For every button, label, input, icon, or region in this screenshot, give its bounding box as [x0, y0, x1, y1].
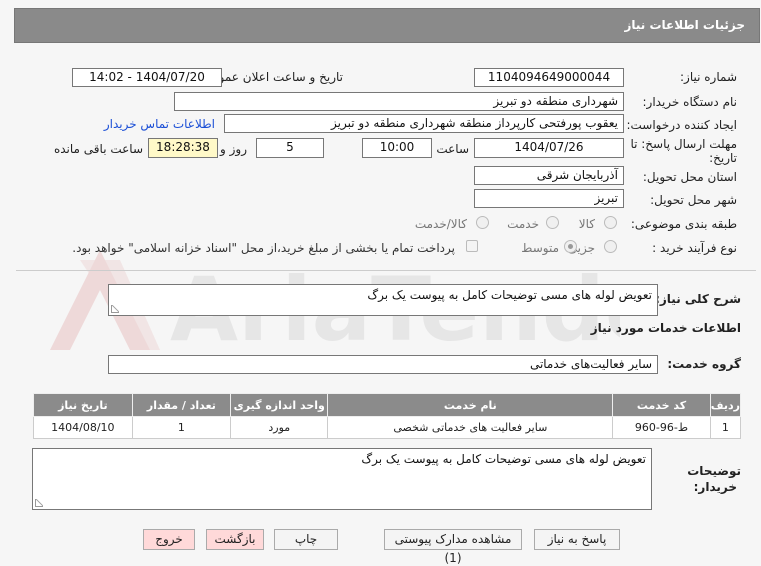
- view-attachments-button[interactable]: مشاهده مدارک پیوستی (1): [384, 529, 522, 565]
- cell-need-date: 1404/08/10: [33, 416, 133, 439]
- treasury-payment-checkbox[interactable]: [466, 240, 478, 252]
- resize-grip-icon[interactable]: [35, 499, 43, 507]
- table-header-row: ردیف کد خدمت نام خدمت واحد اندازه گیری ت…: [33, 393, 742, 417]
- category-goods-service-radio[interactable]: [476, 216, 489, 229]
- exit-button[interactable]: خروج: [143, 529, 195, 550]
- need-number-field: 1104094649000044: [474, 68, 624, 87]
- col-header-quantity: تعداد / مقدار: [131, 393, 232, 417]
- page-frame: AriaTender.net جزئیات اطلاعات نیاز شماره…: [0, 0, 761, 566]
- print-button[interactable]: چاپ: [274, 529, 338, 550]
- purchase-medium-label: متوسط: [521, 241, 559, 255]
- col-header-service-code: کد خدمت: [612, 393, 711, 417]
- city-label: شهر محل تحویل:: [650, 193, 737, 207]
- remaining-label: ساعت باقی مانده: [53, 142, 143, 156]
- summary-textarea: تعویض لوله های مسی توضیحات کامل به پیوست…: [108, 284, 658, 316]
- category-goods-radio[interactable]: [604, 216, 617, 229]
- buyer-contact-link[interactable]: اطلاعات تماس خریدار: [104, 117, 215, 131]
- days-field: 5: [256, 138, 324, 158]
- col-header-unit: واحد اندازه گیری: [230, 393, 329, 417]
- buyer-notes-label: توضیحات: [687, 464, 741, 478]
- buyer-org-field: شهرداری منطقه دو تبریز: [174, 92, 624, 111]
- deadline-time-label: ساعت: [436, 142, 469, 156]
- col-header-row-no: ردیف: [709, 393, 742, 417]
- deadline-label-2: تاریخ:: [709, 151, 737, 165]
- purchase-type-label: نوع فرآیند خرید :: [652, 241, 737, 255]
- creator-label: ایجاد کننده درخواست:: [626, 118, 737, 132]
- cell-row-no: 1: [709, 416, 742, 439]
- page-title: جزئیات اطلاعات نیاز: [14, 8, 760, 43]
- summary-label: شرح کلی نیاز:: [655, 292, 741, 306]
- category-goods-service-label: کالا/خدمت: [414, 217, 467, 231]
- city-field: تبریز: [474, 189, 624, 208]
- category-service-label: خدمت: [507, 217, 539, 231]
- announce-field: 1404/07/20 - 14:02: [72, 68, 222, 87]
- province-label: استان محل تحویل:: [642, 170, 737, 184]
- summary-text: تعویض لوله های مسی توضیحات کامل به پیوست…: [367, 288, 652, 302]
- deadline-time-field: 10:00: [362, 138, 432, 158]
- purchase-medium-radio[interactable]: [564, 240, 577, 253]
- cell-unit: مورد: [230, 416, 329, 439]
- col-header-need-date: تاریخ نیاز: [33, 393, 133, 417]
- section-divider: [16, 270, 756, 271]
- creator-field: یعقوب پورفتحی کارپرداز منطقه شهرداری منط…: [224, 114, 624, 133]
- cell-service-code: ط-96-960: [612, 416, 711, 439]
- buyer-notes-text: تعویض لوله های مسی توضیحات کامل به پیوست…: [361, 452, 646, 466]
- service-group-field: سایر فعالیت‌های خدماتی: [108, 355, 658, 374]
- resize-grip-icon[interactable]: [111, 305, 119, 313]
- col-header-service-name: نام خدمت: [327, 393, 614, 417]
- deadline-date-field: 1404/07/26: [474, 138, 624, 158]
- buyer-notes-textarea: تعویض لوله های مسی توضیحات کامل به پیوست…: [32, 448, 652, 510]
- cell-quantity: 1: [131, 416, 232, 439]
- services-table: ردیف کد خدمت نام خدمت واحد اندازه گیری ت…: [33, 393, 742, 439]
- treasury-payment-note: پرداخت تمام یا بخشی از مبلغ خرید،از محل …: [72, 241, 455, 255]
- cell-service-name: سایر فعالیت های خدماتی شخصی: [327, 416, 614, 439]
- province-field: آذربایجان شرقی: [474, 166, 624, 185]
- services-info-title: اطلاعات خدمات مورد نیاز: [590, 321, 741, 335]
- need-number-label: شماره نیاز:: [680, 70, 737, 84]
- reply-to-need-button[interactable]: پاسخ به نیاز: [534, 529, 620, 550]
- category-service-radio[interactable]: [546, 216, 559, 229]
- back-button[interactable]: بازگشت: [206, 529, 264, 550]
- remaining-time-field: 18:28:38: [148, 138, 218, 158]
- deadline-label: مهلت ارسال پاسخ: تا: [630, 137, 737, 151]
- purchase-partial-radio[interactable]: [604, 240, 617, 253]
- category-goods-label: کالا: [578, 217, 595, 231]
- buyer-org-label: نام دستگاه خریدار:: [642, 95, 738, 109]
- days-label: روز و: [220, 142, 247, 156]
- category-label: طبقه بندی موضوعی:: [630, 217, 737, 231]
- service-group-label: گروه خدمت:: [667, 357, 741, 371]
- table-row: 1 ط-96-960 سایر فعالیت های خدماتی شخصی م…: [33, 416, 742, 439]
- buyer-notes-label-2: خریدار:: [693, 480, 737, 494]
